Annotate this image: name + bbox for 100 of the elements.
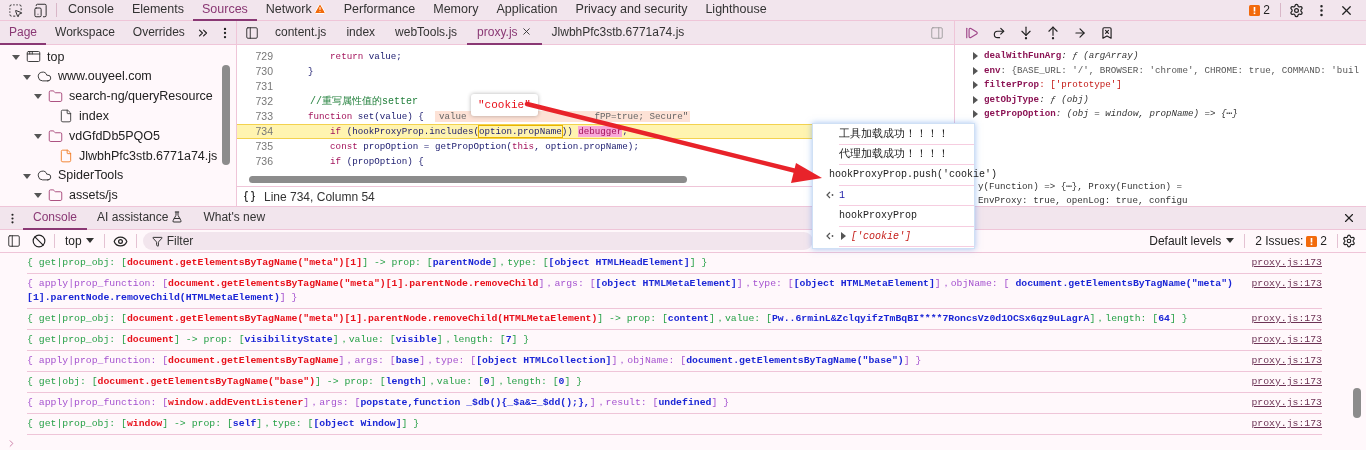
sidebar-toggle-icon[interactable] bbox=[7, 234, 21, 248]
tree-item[interactable]: JlwbhPfc3stb.6771a74.js bbox=[79, 146, 218, 166]
pretty-print-icon[interactable] bbox=[243, 190, 256, 203]
step-into-icon[interactable] bbox=[1019, 25, 1033, 40]
line-number[interactable]: 735 bbox=[237, 138, 273, 155]
expand-arrow-icon[interactable] bbox=[34, 132, 42, 141]
panel-tab[interactable]: Privacy and security bbox=[566, 0, 697, 21]
line-number[interactable]: 729 bbox=[237, 48, 273, 65]
scrollbar-thumb[interactable] bbox=[222, 65, 230, 165]
log-message: { apply|prop_function: [document.getElementsByTagName]，args: [base]，type: [[object HTMLCollection]]，objName: [document.getElementsByTagName("base")] } bbox=[27, 354, 923, 368]
tree-item[interactable]: vdGfdDb5PQO5 bbox=[69, 126, 160, 146]
source-link[interactable]: proxy.js:173 bbox=[1251, 354, 1322, 368]
step-over-icon[interactable] bbox=[992, 25, 1006, 40]
source-link[interactable]: proxy.js:173 bbox=[1251, 333, 1322, 347]
scrollbar-thumb[interactable] bbox=[1353, 388, 1361, 418]
console-message: 代理加载成功！！！！ bbox=[839, 146, 949, 162]
close-icon[interactable] bbox=[520, 26, 532, 37]
panel-tab[interactable]: Elements bbox=[122, 0, 193, 21]
panel-tab[interactable]: Console bbox=[59, 0, 123, 21]
filter-icon bbox=[151, 236, 163, 247]
expand-arrow-icon[interactable] bbox=[23, 171, 31, 180]
panel-tab[interactable]: Network bbox=[256, 0, 335, 21]
expand-arrow-icon[interactable] bbox=[12, 52, 20, 61]
device-toolbar-icon[interactable] bbox=[33, 2, 48, 18]
scope-variable[interactable]: filterProp: ['prototype'] bbox=[984, 78, 1122, 93]
resume-icon[interactable] bbox=[965, 25, 979, 40]
tree-item[interactable]: www.ouyeel.com bbox=[58, 67, 152, 87]
tree-item[interactable]: assets/js bbox=[69, 186, 118, 205]
panel-tab[interactable]: Memory bbox=[424, 0, 488, 21]
clear-console-icon[interactable] bbox=[32, 234, 46, 248]
dropdown-caret-icon bbox=[85, 238, 94, 244]
settings-icon[interactable] bbox=[1342, 234, 1356, 248]
panel-tab[interactable]: Performance bbox=[334, 0, 425, 21]
drawer-tab[interactable]: AI assistance bbox=[87, 206, 194, 230]
folder-icon bbox=[48, 89, 63, 104]
drawer-tab[interactable]: What's new bbox=[193, 206, 276, 230]
source-link[interactable]: proxy.js:173 bbox=[1251, 277, 1322, 291]
console-command: hookProxyProp bbox=[839, 209, 917, 224]
expand-arrow-icon[interactable] bbox=[34, 191, 42, 200]
tree-item[interactable]: search-ng/queryResource bbox=[69, 87, 213, 106]
panel-tab[interactable]: Application bbox=[487, 0, 567, 21]
source-link[interactable]: proxy.js:173 bbox=[1251, 256, 1322, 270]
eye-icon[interactable] bbox=[112, 233, 128, 249]
panel-tab[interactable]: Lighthouse bbox=[696, 0, 776, 21]
warning-badge-icon bbox=[1306, 235, 1318, 247]
deactivate-breakpoints-icon[interactable] bbox=[1100, 25, 1114, 40]
warning-badge-icon bbox=[1249, 4, 1261, 16]
scope-variable[interactable]: getPropOption: (obj = window, propName) => {⋯} bbox=[984, 107, 1238, 122]
source-link[interactable]: proxy.js:173 bbox=[1251, 375, 1322, 389]
inspect-icon[interactable] bbox=[8, 2, 23, 18]
issues-count[interactable]: 2 bbox=[1263, 1, 1270, 19]
scope-variable[interactable]: getObjType: ƒ (obj) bbox=[984, 92, 1089, 107]
log-levels-dropdown[interactable]: Default levels bbox=[1143, 232, 1241, 250]
source-link[interactable]: proxy.js:173 bbox=[1251, 417, 1322, 431]
line-number[interactable]: 733 bbox=[237, 108, 273, 125]
scope-variable[interactable]: dealWithFunArg: ƒ (argArray) bbox=[984, 49, 1139, 64]
tree-item[interactable]: SpiderTools bbox=[58, 166, 124, 186]
context-selector[interactable]: top bbox=[55, 232, 104, 250]
filter-field[interactable]: Filter bbox=[142, 232, 813, 250]
expand-arrow-icon[interactable] bbox=[23, 72, 31, 81]
value-tooltip: "cookie" bbox=[471, 94, 538, 116]
file-tab[interactable]: webTools.js bbox=[385, 20, 468, 45]
folder-icon bbox=[48, 187, 63, 203]
settings-icon[interactable] bbox=[1289, 2, 1304, 18]
sidebar-toggle-icon[interactable] bbox=[930, 25, 944, 40]
close-icon[interactable] bbox=[1342, 211, 1356, 225]
step-out-icon[interactable] bbox=[1046, 25, 1060, 40]
line-number[interactable]: 730 bbox=[237, 63, 273, 80]
scope-value: y(Function) => {⋯}, Proxy(Function) = bbox=[978, 180, 1182, 192]
navigator-tab[interactable]: Workspace bbox=[46, 20, 124, 45]
tree-item[interactable]: top bbox=[47, 47, 65, 67]
line-number[interactable]: 734 bbox=[237, 123, 273, 140]
log-message: { get|prop_obj: [document.getElementsByTagName("meta")[1]] -> prop: [parentNode]，type: [[object HTMLHeadElement]] } bbox=[27, 256, 709, 270]
source-link[interactable]: proxy.js:173 bbox=[1251, 396, 1322, 410]
console-result: ['cookie'] bbox=[851, 229, 911, 244]
step-icon[interactable] bbox=[1073, 25, 1087, 40]
code-line: return value; bbox=[329, 49, 402, 64]
scope-variable[interactable]: env: {BASE_URL: '/', BROWSER: 'chrome', CHROME: true, COMMAND: 'buil bbox=[984, 63, 1359, 78]
horizontal-scrollbar-thumb[interactable] bbox=[249, 176, 687, 183]
log-message: { get|prop_obj: [window] -> prop: [self]，type: [[object Window]] } bbox=[27, 417, 421, 431]
tree-item[interactable]: index bbox=[79, 106, 109, 126]
source-link[interactable]: proxy.js:173 bbox=[1251, 312, 1322, 326]
result-arrow-icon bbox=[825, 232, 834, 241]
navigator-tab[interactable]: Page bbox=[0, 20, 47, 45]
file-icon bbox=[59, 109, 73, 124]
navigator-tab[interactable]: Overrides bbox=[123, 20, 194, 45]
line-number[interactable]: 732 bbox=[237, 93, 273, 110]
line-number[interactable]: 736 bbox=[237, 153, 273, 170]
sidebar-toggle-icon[interactable] bbox=[245, 25, 259, 40]
file-tab[interactable]: content.js bbox=[265, 20, 337, 45]
cloud-icon bbox=[37, 69, 52, 85]
code-line: const propOption = getPropOption(this, option.propName); bbox=[329, 139, 639, 154]
issues-button[interactable]: 2 Issues: 2 bbox=[1249, 232, 1333, 250]
expand-arrow-icon[interactable] bbox=[34, 92, 42, 101]
log-message: { get|prop_obj: [document] -> prop: [visibilityState]，value: [visible]，length: [7] } bbox=[27, 333, 531, 347]
file-tab[interactable]: index bbox=[336, 20, 386, 45]
expand-arrow-icon[interactable] bbox=[839, 232, 847, 241]
line-number[interactable]: 731 bbox=[237, 78, 273, 95]
file-tab[interactable]: JlwbhPfc3stb.6771a74.js bbox=[541, 20, 695, 45]
code-line: if (propOption) { bbox=[329, 154, 424, 169]
